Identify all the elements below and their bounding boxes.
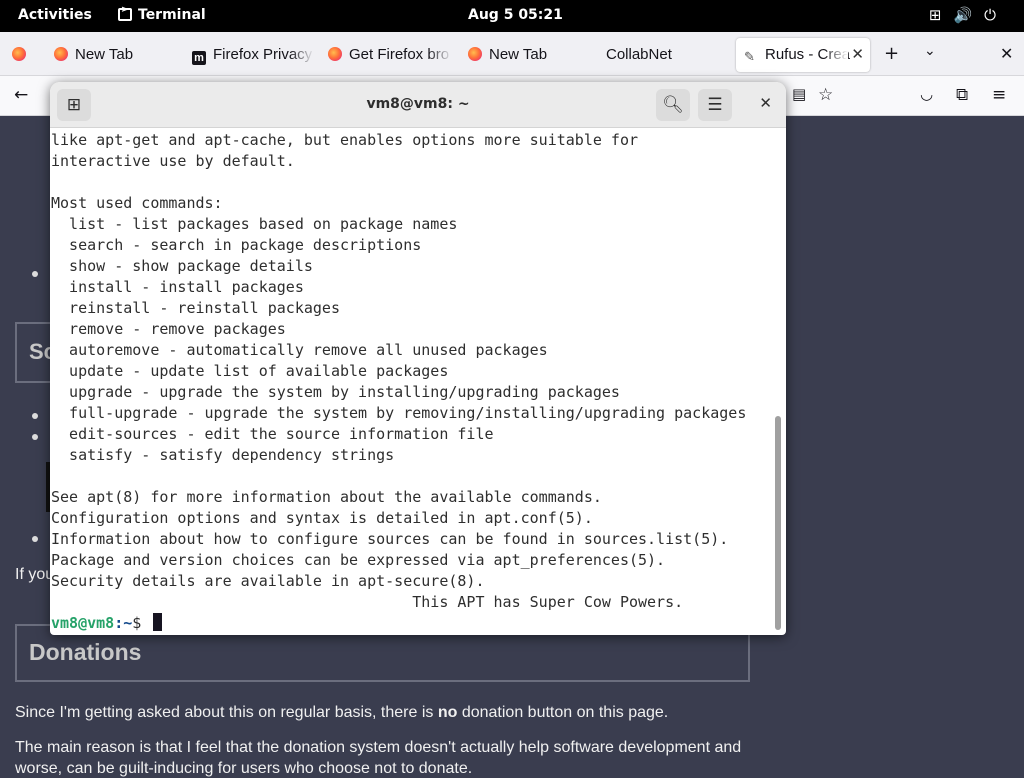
browser-tab-pinned[interactable] — [4, 38, 42, 72]
clock[interactable]: Aug 5 05:21 — [468, 7, 563, 23]
prompt-user: vm8@vm8 — [51, 614, 115, 632]
system-tray[interactable]: ⊞🔊⏻ — [929, 6, 1008, 24]
terminal-icon — [118, 5, 132, 21]
terminal-output-line: show - show package details — [51, 257, 313, 275]
reader-view-icon[interactable]: ▤ — [792, 85, 806, 103]
scrollbar-thumb[interactable] — [775, 416, 781, 630]
browser-tab[interactable]: CollabNet — [598, 38, 728, 72]
firefox-icon — [328, 47, 342, 61]
close-window-button[interactable]: ✕ — [759, 94, 772, 112]
terminal-window[interactable]: ⊞ vm8@vm8: ~ 🔍︎ ☰ ✕ like apt-get and apt… — [50, 82, 786, 635]
terminal-output-line: autoremove - automatically remove all un… — [51, 341, 548, 359]
menu-button[interactable]: ☰ — [698, 89, 732, 121]
page-text-fragment: If you — [15, 566, 55, 583]
prompt-path: :~ — [114, 614, 133, 632]
terminal-output-line: Security details are available in apt-se… — [51, 572, 485, 590]
donations-heading: Donations — [29, 639, 142, 665]
terminal-prompt-line[interactable]: vm8@vm8:~$ — [51, 613, 769, 634]
donation-paragraph-2-line-1: The main reason is that I feel that the … — [15, 739, 742, 756]
browser-tab[interactable]: Get Firefox bro — [320, 38, 452, 72]
hamburger-menu-icon[interactable]: ≡ — [992, 85, 1006, 105]
terminal-output-line: reinstall - reinstall packages — [51, 299, 340, 317]
activities-button[interactable]: Activities — [18, 7, 92, 23]
new-tab-plus-icon[interactable]: + — [884, 43, 899, 64]
browser-tab[interactable]: m Firefox Privacy — [184, 38, 314, 72]
donation-paragraph-1: Since I'm getting asked about this on re… — [15, 704, 669, 721]
network-icon[interactable]: ⊞ — [929, 6, 954, 24]
terminal-output-line: like apt-get and apt-cache, but enables … — [51, 131, 638, 149]
app-menu-terminal[interactable]: Terminal — [118, 5, 206, 23]
terminal-output-line: install - install packages — [51, 278, 304, 296]
terminal-output-line: Configuration options and syntax is deta… — [51, 509, 593, 527]
app-name: Terminal — [138, 7, 206, 23]
prompt-symbol: $ — [132, 614, 151, 632]
terminal-output-line: edit-sources - edit the source informati… — [51, 425, 494, 443]
mozilla-m-icon: m — [192, 51, 206, 65]
browser-tab[interactable]: New Tab — [460, 38, 590, 72]
system-top-bar: Activities Terminal Aug 5 05:21 ⊞🔊⏻ — [0, 0, 1024, 32]
power-icon[interactable]: ⏻ — [984, 6, 1008, 24]
firefox-icon — [12, 47, 26, 61]
terminal-output-line: See apt(8) for more information about th… — [51, 488, 602, 506]
hamburger-menu-icon: ☰ — [707, 95, 723, 115]
back-arrow-icon[interactable]: ← — [14, 85, 28, 105]
browser-tab[interactable]: New Tab — [46, 38, 182, 72]
terminal-output-line: remove - remove packages — [51, 320, 286, 338]
close-tab-icon[interactable]: ✕ — [851, 38, 864, 72]
list-bullet — [32, 536, 38, 542]
list-bullet — [32, 434, 38, 440]
firefox-icon — [54, 47, 68, 61]
terminal-output-line: satisfy - satisfy dependency strings — [51, 446, 395, 464]
terminal-output-line: update - update list of available packag… — [51, 362, 449, 380]
tab-label: New Tab — [75, 46, 134, 63]
terminal-scrollbar[interactable] — [773, 130, 783, 635]
donation-paragraph-2-line-2: worse, can be guilt-inducing for users w… — [15, 760, 473, 777]
terminal-output-line: Most used commands: — [51, 194, 223, 212]
terminal-output[interactable]: like apt-get and apt-cache, but enables … — [51, 130, 769, 635]
terminal-output-line: search - search in package descriptions — [51, 236, 422, 254]
terminal-output-line: Information about how to configure sourc… — [51, 530, 729, 548]
terminal-output-line: Package and version choices can be expre… — [51, 551, 666, 569]
close-window-icon[interactable]: ✕ — [1000, 44, 1013, 63]
list-bullet — [32, 271, 38, 277]
terminal-output-line: upgrade - upgrade the system by installi… — [51, 383, 620, 401]
terminal-output-line: list - list packages based on package na… — [51, 215, 458, 233]
terminal-output-line: full-upgrade - upgrade the system by rem… — [51, 404, 747, 422]
bookmark-star-icon[interactable]: ☆ — [818, 85, 833, 105]
pocket-icon[interactable]: ◡ — [920, 85, 933, 103]
search-button[interactable]: 🔍︎ — [656, 89, 690, 121]
browser-tab-active[interactable]: ✎ Rufus - Crea ✕ — [736, 38, 870, 72]
tab-label: CollabNet — [606, 46, 672, 63]
terminal-header-bar[interactable]: ⊞ vm8@vm8: ~ 🔍︎ ☰ ✕ — [50, 82, 786, 128]
volume-icon[interactable]: 🔊 — [953, 6, 984, 24]
firefox-icon — [468, 47, 482, 61]
search-icon: 🔍︎ — [662, 95, 684, 115]
extensions-icon[interactable]: ⧉ — [956, 85, 968, 105]
rufus-icon: ✎ — [744, 49, 755, 64]
text-cursor — [153, 613, 163, 631]
tab-label: New Tab — [489, 46, 548, 63]
terminal-lines: like apt-get and apt-cache, but enables … — [51, 130, 769, 613]
browser-tab-strip: New Tab m Firefox Privacy Get Firefox bro… — [0, 32, 1024, 76]
list-all-tabs-chevron-icon[interactable]: ⌄ — [924, 43, 936, 59]
list-bullet — [32, 413, 38, 419]
terminal-output-line: This APT has Super Cow Powers. — [51, 593, 684, 611]
terminal-output-line: interactive use by default. — [51, 152, 295, 170]
